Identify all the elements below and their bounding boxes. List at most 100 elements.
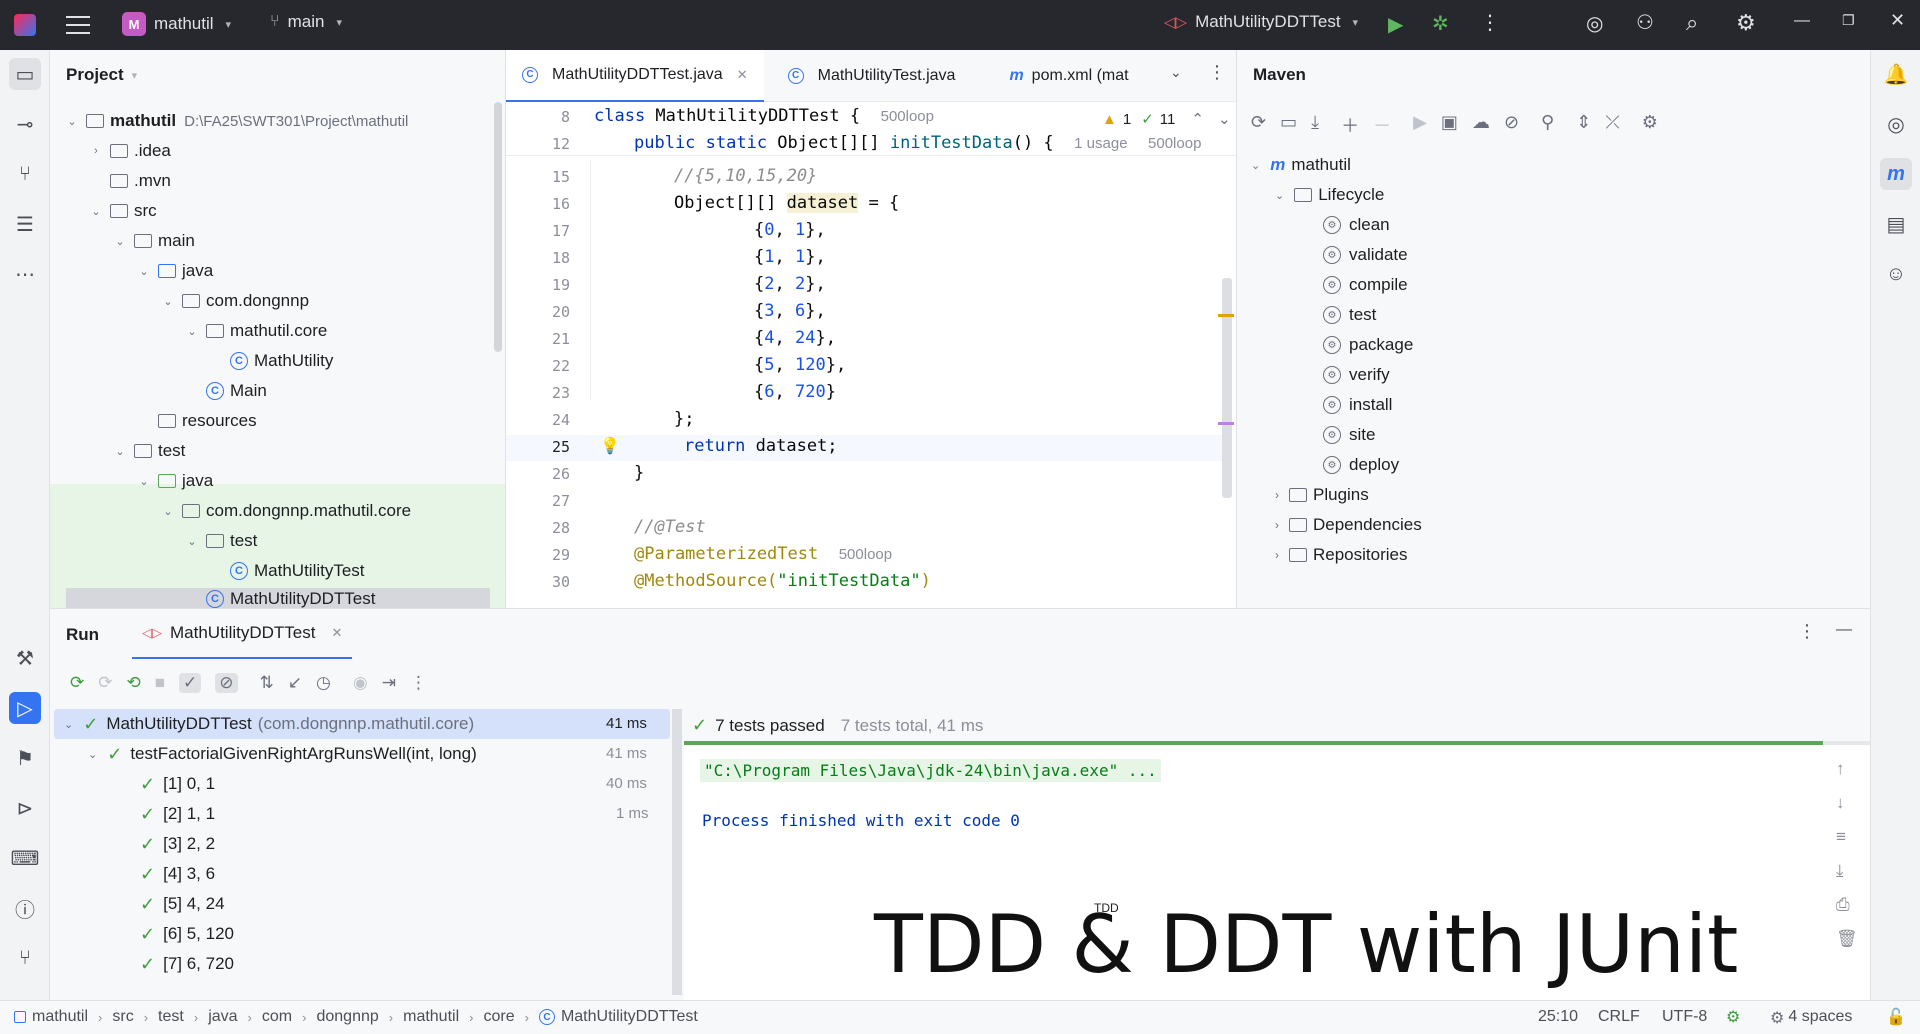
code-line[interactable]: class MathUtilityDDTTest { 500loop — [594, 106, 934, 126]
line-separator[interactable]: CRLF — [1598, 1008, 1640, 1026]
show-dependencies-icon[interactable]: ⚲ — [1541, 112, 1554, 138]
build-tool-icon[interactable]: ⚒ — [9, 642, 41, 674]
tabs-more-icon[interactable]: ⋮ — [1208, 62, 1226, 83]
tree-item[interactable]: ⌄ src — [50, 196, 490, 226]
debug-icon[interactable]: ✲ — [1432, 11, 1449, 36]
download-icon[interactable]: ⤓ — [1311, 112, 1319, 138]
maven-goal-validate[interactable]: ⚙ validate — [1323, 240, 1408, 270]
code-line[interactable]: }; — [674, 409, 694, 429]
show-passed-icon[interactable]: ✓ — [179, 673, 202, 693]
sort-icon[interactable]: ⇅ — [260, 673, 274, 693]
file-encoding[interactable]: UTF-8 — [1662, 1008, 1707, 1026]
maven-goal-clean[interactable]: ⚙ clean — [1323, 210, 1390, 240]
breadcrumb-item[interactable]: src — [112, 1008, 133, 1026]
tree-item[interactable]: ⌄ java — [50, 466, 490, 496]
maven-goal-verify[interactable]: ⚙ verify — [1323, 360, 1390, 390]
project-switcher[interactable]: M mathutil ▾ — [122, 12, 231, 36]
copilot-icon[interactable]: ☺ — [1880, 258, 1912, 290]
run-tab-title[interactable]: Run — [66, 625, 99, 645]
test-case-row[interactable]: ✓ [3] 2, 2 — [140, 829, 215, 859]
collapse-all-icon[interactable]: ⤫ — [1605, 112, 1619, 138]
maven-goal-package[interactable]: ⚙ package — [1323, 330, 1413, 360]
code-line[interactable]: {2, 2}, — [754, 274, 826, 294]
run-config-tab[interactable]: ◁▷ MathUtilityDDTTest ✕ — [132, 609, 353, 659]
run-maven-icon[interactable]: ▶ — [1413, 112, 1427, 138]
more-actions-icon[interactable]: ⋮ — [1480, 10, 1500, 35]
project-panel-header[interactable]: Project ▾ — [50, 50, 505, 100]
tree-item[interactable]: › .idea — [50, 136, 490, 166]
more-tools-icon[interactable]: ⋯ — [9, 258, 41, 290]
tab-mathutilitytest[interactable]: C MathUtilityTest.java — [772, 50, 972, 102]
maven-tool-icon[interactable]: m — [1880, 158, 1912, 190]
maven-goal-install[interactable]: ⚙ install — [1323, 390, 1392, 420]
terminal-icon[interactable]: ⌨ — [9, 842, 41, 874]
maven-lifecycle[interactable]: ⌄ Lifecycle — [1275, 180, 1384, 210]
tree-item[interactable]: C MathUtilityDDTTest — [50, 584, 490, 608]
scroll-down-icon[interactable]: ↓ — [1836, 793, 1858, 813]
inspection-widget[interactable]: ▲ 1 ✓ 11 ⌃ ⌄ — [1102, 110, 1231, 129]
database-icon[interactable]: ▤ — [1880, 208, 1912, 240]
screenshot-icon[interactable]: ◉ — [353, 673, 368, 693]
test-suite-row[interactable]: ⌄ ✓ MathUtilityDDTTest (com.dongnnp.math… — [64, 709, 474, 739]
tree-item[interactable]: C MathUtilityTest — [50, 556, 490, 586]
tree-item[interactable]: ⌄ main — [50, 226, 490, 256]
print-icon[interactable]: ⎙ — [1836, 895, 1858, 915]
remove-icon[interactable]: － — [1373, 112, 1391, 138]
ai-assistant-icon[interactable]: ◎ — [1586, 11, 1603, 36]
execute-goal-icon[interactable]: ▣ — [1441, 112, 1458, 138]
maven-goal-deploy[interactable]: ⚙ deploy — [1323, 450, 1399, 480]
reload-icon[interactable]: ⟳ — [1251, 112, 1266, 138]
code-line[interactable]: //{5,10,15,20} — [674, 166, 817, 186]
tree-item[interactable]: ⌄ mathutil.core — [50, 316, 490, 346]
clear-icon[interactable]: 🗑 — [1836, 929, 1858, 949]
tree-item[interactable]: C MathUtility — [50, 346, 490, 376]
code-line[interactable]: {0, 1}, — [754, 220, 826, 240]
restore-icon[interactable]: ❐ — [1842, 12, 1855, 29]
tree-item[interactable]: ⌄ test — [50, 526, 490, 556]
chevron-up-icon[interactable]: ⌃ — [1191, 110, 1204, 128]
rerun-failed-icon[interactable]: ⟳ — [98, 673, 112, 693]
code-line[interactable]: //@Test — [634, 517, 706, 537]
branch-switcher[interactable]: ⑂ main ▾ — [270, 12, 342, 32]
breadcrumb-item[interactable]: com — [262, 1008, 292, 1026]
breadcrumb-item[interactable]: MathUtilityDDTTest — [561, 1008, 698, 1026]
tree-item[interactable]: ⌄ com.dongnnp — [50, 286, 490, 316]
test-case-row[interactable]: ✓ [4] 3, 6 — [140, 859, 215, 889]
lightbulb-icon[interactable]: 💡 — [600, 436, 620, 456]
test-tree-scrollbar[interactable] — [672, 709, 682, 995]
search-icon[interactable]: ⌕ — [1686, 10, 1698, 36]
test-case-row[interactable]: ✓ [7] 6, 720 — [140, 949, 234, 979]
code-line[interactable]: {6, 720} — [754, 382, 836, 402]
code-line[interactable]: @ParameterizedTest 500loop — [634, 544, 892, 564]
run-more-icon[interactable]: ⋮ — [1798, 621, 1816, 642]
test-case-row[interactable]: ✓ [2] 1, 1 — [140, 799, 215, 829]
ide-logo-icon[interactable] — [14, 14, 36, 36]
breadcrumb-item[interactable]: test — [158, 1008, 184, 1026]
breadcrumb-item[interactable]: mathutil — [403, 1008, 459, 1026]
chevron-down-icon[interactable]: ⌄ — [1218, 110, 1231, 128]
tree-item[interactable]: ⌄ java — [50, 256, 490, 286]
ai-chat-icon[interactable]: ◎ — [1880, 108, 1912, 140]
test-method-row[interactable]: ⌄ ✓ testFactorialGivenRightArgRunsWell(i… — [88, 739, 477, 769]
maven-dependencies[interactable]: › Dependencies — [1275, 510, 1422, 540]
tab-mathutilityddttest[interactable]: C MathUtilityDDTTest.java ✕ — [506, 50, 764, 102]
caret-position[interactable]: 25:10 — [1538, 1008, 1578, 1026]
maven-repositories[interactable]: › Repositories — [1275, 540, 1408, 570]
tree-item[interactable]: .mvn — [50, 166, 490, 196]
console-output[interactable]: "C:\Program Files\Java\jdk-24\bin\java.e… — [684, 745, 1870, 1001]
test-case-row[interactable]: ✓ [6] 5, 120 — [140, 919, 234, 949]
maven-goal-test[interactable]: ⚙ test — [1323, 300, 1376, 330]
run-minimize-icon[interactable]: — — [1836, 621, 1852, 639]
run-tool-icon[interactable]: ▷ — [9, 692, 41, 724]
skip-tests-icon[interactable]: ⊘ — [1504, 112, 1519, 138]
test-case-row[interactable]: ✓ [1] 0, 1 — [140, 769, 215, 799]
code-line[interactable]: public static Object[][] initTestData() … — [634, 133, 1201, 153]
services-icon[interactable]: ⊳ — [9, 792, 41, 824]
tree-item[interactable]: ⌄ test — [50, 436, 490, 466]
open-folder-icon[interactable]: ▭ — [1280, 112, 1297, 138]
code-line[interactable]: Object[][] dataset = { — [674, 193, 899, 213]
tree-item[interactable]: ⌄ mathutil D:\FA25\SWT301\Project\mathutil — [50, 106, 490, 136]
breadcrumb-item[interactable]: dongnnp — [316, 1008, 378, 1026]
git-tool-icon[interactable]: ⑂ — [9, 942, 41, 974]
code-style-icon[interactable]: ⚙ — [1726, 1007, 1740, 1027]
